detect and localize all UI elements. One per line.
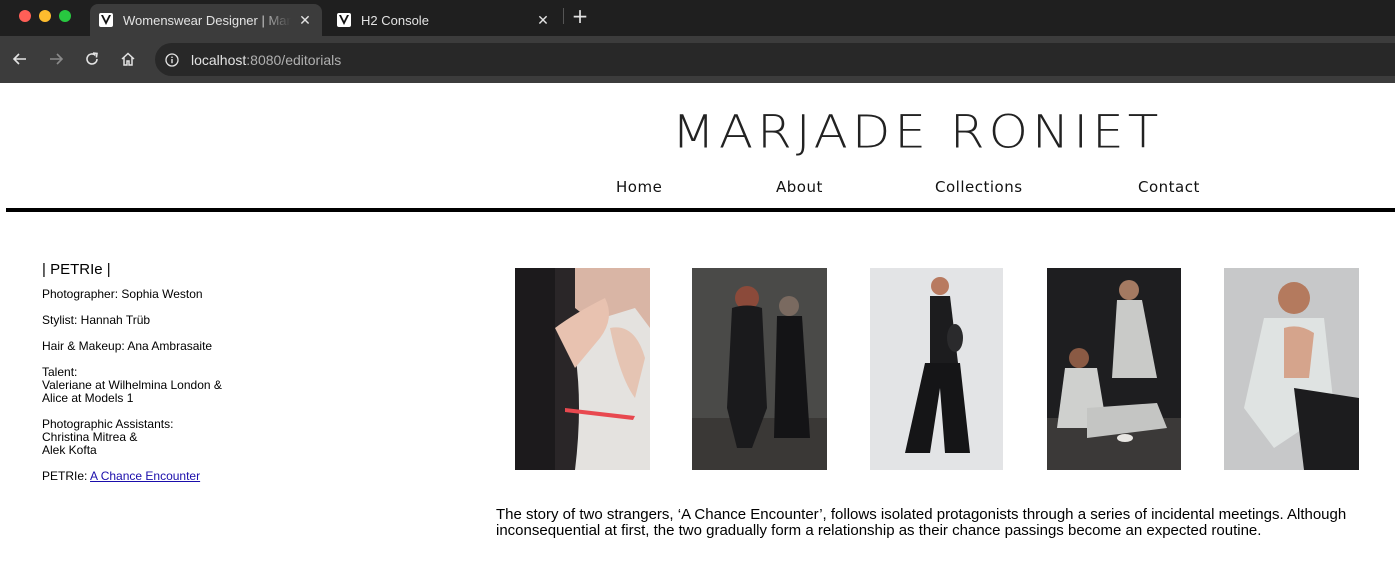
editorial-description: The story of two strangers, ‘A Chance En… [496,506,1347,539]
site-favicon-icon [337,13,351,27]
credit-talent: Talent: Valeriane at Wilhelmina London &… [42,366,342,405]
site-favicon-icon [99,13,113,27]
editorial-photo-5[interactable] [1224,268,1359,470]
editorial-photo-1[interactable] [515,268,650,470]
credit-assistants: Photographic Assistants: Christina Mitre… [42,418,342,457]
minimize-window-button[interactable] [39,10,51,22]
url-path: :8080/editorials [246,51,342,68]
credit-petrie: PETRIe: A Chance Encounter [42,470,342,483]
credit-stylist: Stylist: Hannah Trüb [42,314,342,327]
browser-tab-active[interactable]: Womenswear Designer | Marjade Roniet ✕ [90,4,322,36]
credit-line: Photographer: Sophia Weston [42,287,203,301]
credit-line: Photographic Assistants: [42,417,174,431]
url-text: localhost:8080/editorials [191,52,341,68]
url-host: localhost [191,51,247,68]
home-icon[interactable] [118,49,138,69]
maximize-window-button[interactable] [59,10,71,22]
address-bar[interactable]: localhost:8080/editorials [155,43,1395,76]
browser-toolbar: localhost:8080/editorials [0,36,1395,83]
editorial-credits: | PETRIe | Photographer: Sophia Weston S… [42,261,342,496]
editorial-photo-4[interactable] [1047,268,1181,470]
close-icon[interactable]: ✕ [535,12,551,28]
editorial-heading: | PETRIe | [42,261,111,278]
credit-line: Christina Mitrea & [42,430,138,444]
nav-link-home[interactable]: Home [616,178,662,196]
editorial-photo-3[interactable] [870,268,1003,470]
editorial-photo-2[interactable] [692,268,827,470]
petrie-link[interactable]: A Chance Encounter [90,469,200,483]
brand-logo[interactable]: MARJADE RONIET [602,106,1232,158]
nav-link-about[interactable]: About [776,178,823,196]
tab-title: Womenswear Designer | Marjade Roniet [123,12,291,28]
close-icon[interactable]: ✕ [297,12,313,28]
tab-title: H2 Console [361,12,429,28]
browser-tab-inactive[interactable]: H2 Console ✕ [328,4,560,36]
credit-line: Stylist: Hannah Trüb [42,313,151,327]
web-page: MARJADE RONIET Home About Collections Co… [0,83,1395,571]
forward-arrow-icon[interactable] [46,49,66,69]
reload-icon[interactable] [82,49,102,69]
credit-line: Talent: [42,365,78,379]
tab-divider [563,8,564,24]
petrie-label: PETRIe: [42,469,91,483]
close-window-button[interactable] [19,10,31,22]
nav-link-collections[interactable]: Collections [935,178,1023,196]
back-arrow-icon[interactable] [10,49,30,69]
credit-line: Alice at Models 1 [42,391,134,405]
browser-tab-bar: Womenswear Designer | Marjade Roniet ✕ H… [0,0,1395,36]
credit-line: Valeriane at Wilhelmina London & [42,378,222,392]
nav-link-contact[interactable]: Contact [1138,178,1200,196]
credit-hair-makeup: Hair & Makeup: Ana Ambrasaite [42,340,342,353]
credit-line: Alek Kofta [42,443,97,457]
info-icon[interactable] [164,52,180,68]
header-divider [6,208,1395,212]
credit-line: Hair & Makeup: Ana Ambrasaite [42,339,213,353]
credit-photographer: Photographer: Sophia Weston [42,288,342,301]
new-tab-button[interactable]: + [570,6,590,26]
